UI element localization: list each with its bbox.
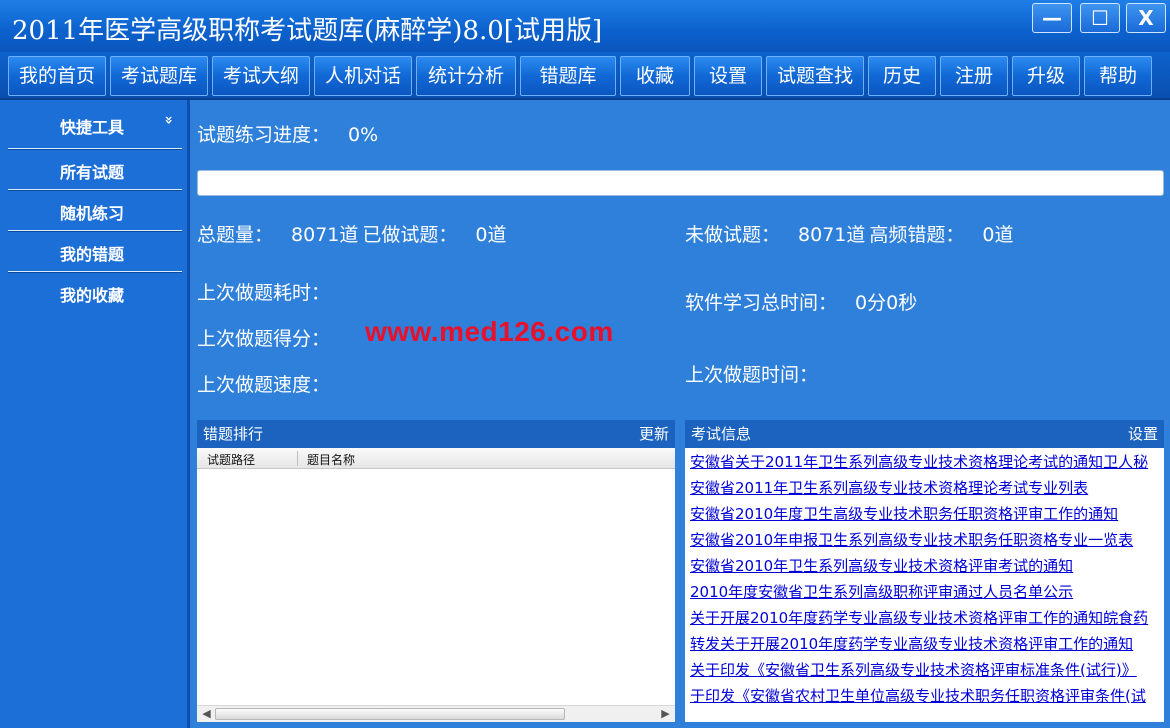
last-score-label: 上次做题得分： [197,328,331,350]
title-bar: 2011年医学高级职称考试题库(麻醉学)8.0[试用版] — ☐ X [0,0,1170,52]
rank-panel-header: 错题排行 更新 [197,420,675,448]
menu-search[interactable]: 试题查找 [766,56,864,96]
column-header-path[interactable]: 试题路径 [207,451,255,468]
menu-history[interactable]: 历史 [868,56,936,96]
close-button[interactable]: X [1126,3,1166,33]
last-time-label: 上次做题时间： [685,364,819,386]
rank-panel-title: 错题排行 [203,425,264,443]
scrollbar-thumb[interactable] [215,708,565,720]
menu-dialogue[interactable]: 人机对话 [314,56,412,96]
horizontal-scrollbar[interactable]: ◀ ▶ [197,705,675,722]
info-link[interactable]: 安徽省关于2011年卫生系列高级专业技术资格理论考试的通知卫人秘 [690,451,1148,472]
study-total-time: 软件学习总时间： 0分0秒 [685,292,918,314]
menu-home[interactable]: 我的首页 [8,56,106,96]
refresh-button[interactable]: 更新 [639,420,669,448]
info-link[interactable]: 安徽省2010年度卫生高级专业技术职务任职资格评审工作的通知 [690,503,1118,524]
website-watermark: www.med126.com [365,316,614,347]
exam-info-list: 安徽省关于2011年卫生系列高级专业技术资格理论考试的通知卫人秘 安徽省2011… [685,448,1164,722]
column-divider[interactable] [297,451,298,466]
sidebar-item-my-favorites[interactable]: 我的收藏 [60,282,124,306]
progress-value: 0% [348,124,379,146]
info-link[interactable]: 于印发《安徽省农村卫生单位高级专业技术职务任职资格评审条件(试 [690,685,1146,706]
sidebar-item-my-mistakes[interactable]: 我的错题 [60,241,124,265]
info-panel-header: 考试信息 设置 [685,420,1164,448]
info-link[interactable]: 安徽省2010年卫生系列高级专业技术资格评审考试的通知 [690,555,1073,576]
info-settings-button[interactable]: 设置 [1128,420,1158,448]
info-link[interactable]: 关于开展2010年度药学专业高级专业技术资格评审工作的通知皖食药 [690,607,1148,628]
menu-help[interactable]: 帮助 [1084,56,1152,96]
sidebar-item-random-practice[interactable]: 随机练习 [60,200,124,224]
scroll-right-icon[interactable]: ▶ [658,707,673,721]
divider [8,230,182,232]
menu-syllabus[interactable]: 考试大纲 [212,56,310,96]
info-link[interactable]: 关于印发《安徽省卫生系列高级专业技术资格评审标准条件(试行)》 [690,659,1137,680]
sidebar-item-all-questions[interactable]: 所有试题 [60,159,124,183]
last-speed-label: 上次做题速度： [197,374,331,396]
progress-bar [197,170,1164,196]
rank-table: 试题路径 题目名称 ◀ ▶ [197,448,675,722]
menu-settings[interactable]: 设置 [694,56,762,96]
info-link[interactable]: 2010年度安徽省卫生系列高级职称评审通过人员名单公示 [690,581,1073,602]
window-title: 2011年医学高级职称考试题库(麻醉学)8.0[试用版] [12,16,603,46]
info-panel-title: 考试信息 [691,425,752,443]
divider [8,271,182,273]
menu-upgrade[interactable]: 升级 [1012,56,1080,96]
info-link[interactable]: 安徽省2011年卫生系列高级专业技术资格理论考试专业列表 [690,477,1088,498]
menu-statistics[interactable]: 统计分析 [416,56,516,96]
info-link[interactable]: 转发关于开展2010年度药学专业高级专业技术资格评审工作的通知 [690,633,1133,654]
menu-register[interactable]: 注册 [940,56,1008,96]
chevron-double-down-icon[interactable]: » [161,115,177,124]
progress-label: 试题练习进度： 0% [197,124,379,146]
menu-wrong-bank[interactable]: 错题库 [520,56,616,96]
undone-count: 未做试题： 8071道 高频错题： 0道 [685,224,1014,246]
last-duration-label: 上次做题耗时： [197,282,331,304]
menu-bar: 我的首页 考试题库 考试大纲 人机对话 统计分析 错题库 收藏 设置 试题查找 … [0,52,1170,100]
maximize-button[interactable]: ☐ [1080,3,1120,33]
divider [8,189,182,191]
rank-table-header: 试题路径 题目名称 [197,448,675,469]
info-link[interactable]: 安徽省2010年申报卫生系列高级专业技术职务任职资格专业一览表 [690,529,1133,550]
menu-favorites[interactable]: 收藏 [620,56,690,96]
sidebar: 快捷工具 » 所有试题 随机练习 我的错题 我的收藏 [0,100,190,728]
scroll-left-icon[interactable]: ◀ [199,707,214,721]
column-header-title[interactable]: 题目名称 [307,451,355,468]
divider [8,148,182,150]
sidebar-header: 快捷工具 [60,118,125,137]
main-content: 试题练习进度： 0% 总题量： 8071道 已做试题： 0道 未做试题： 8071道 高频错… [193,100,1170,728]
total-count: 总题量： 8071道 已做试题： 0道 [197,224,507,246]
menu-question-bank[interactable]: 考试题库 [110,56,208,96]
minimize-button[interactable]: — [1032,3,1072,33]
